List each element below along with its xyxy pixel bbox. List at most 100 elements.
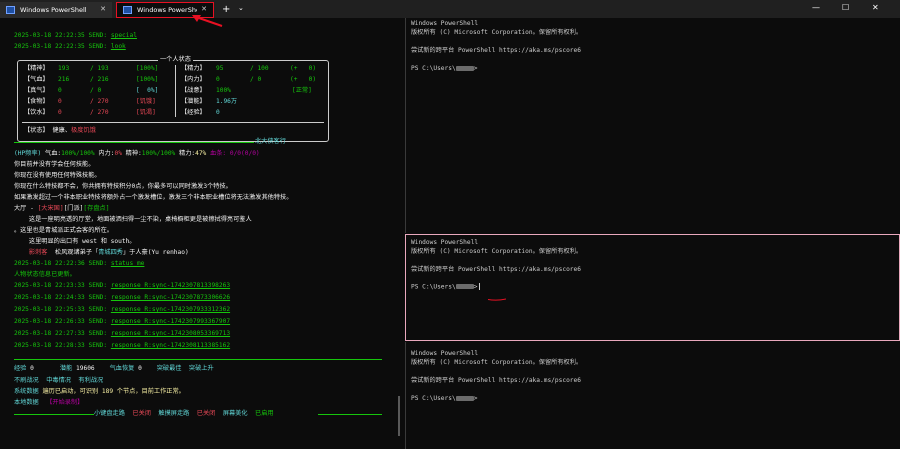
command-link[interactable]: response R:sync-1742307993367907 [111,318,230,325]
stat-value: / 0 [250,76,262,83]
text-cursor [479,283,481,290]
redacted-username [455,395,474,401]
chevron-down-icon[interactable]: ⌄ [238,4,244,13]
npc-line: 影刺客 松风观诸弟子「青城四秀」于人豪(Yu renhao) [14,249,189,256]
stat-value: [100%] [136,65,159,72]
ps-tip: 尝试新的跨平台 PowerShell https://aka.ms/pscore… [411,47,581,54]
stat-value: (+ 0) [290,76,317,83]
powershell-pane-active[interactable]: Windows PowerShell 版权所有 (C) Microsoft Co… [405,234,900,341]
stat-value: 0 [216,109,220,116]
hp-line: (HP频率) 气血:100%/100% 内力:0% 精神:100%/100% 精… [14,150,260,157]
stat-value: [正常] [292,87,312,94]
command-link[interactable]: special [111,32,137,39]
room-exits: 这里明显的出口有 west 和 south。 [14,238,136,245]
message-line: 如果激发超过一个非本职业特技将额外占一个激发槽位，激发三个非本职业槽位将无法激发… [14,194,293,201]
room-description: 。这里也是青城派正式会客的所在。 [14,227,113,234]
ps-header: Windows PowerShell [411,239,479,246]
title-bar: Windows PowerShell ✕ Windows PowerShell … [0,0,900,18]
command-link[interactable]: response R:sync-1742307813398263 [111,282,230,289]
stat-value: 216 [58,76,70,83]
footer-status: 不刷战况 中毒情况 有利战况 [14,377,104,384]
stat-value: / 216 [90,76,109,83]
stat-value: 100% [216,87,231,94]
banner-text: 北大侠客行 [255,138,286,145]
powershell-pane-top[interactable]: Windows PowerShell 版权所有 (C) Microsoft Co… [405,18,900,233]
powershell-icon [6,6,15,14]
stat-value: / 193 [90,65,109,72]
stat-label: 【气血】 [24,76,49,83]
stat-label: 【战意】 [181,87,206,94]
command-link[interactable]: response R:sync-1742308053369713 [111,330,230,337]
toggle-state[interactable]: 已关闭 [197,410,216,417]
ps-header: Windows PowerShell [411,20,479,27]
toggle-state[interactable]: 已关闭 [132,410,151,417]
tab-powershell-1[interactable]: Windows PowerShell ✕ [0,2,112,18]
ps-copyright: 版权所有 (C) Microsoft Corporation。保留所有权利。 [411,29,583,36]
send-line: 2025-03-18 22:24:33 SEND: response R:syn… [14,294,231,301]
command-link[interactable]: status_me [111,260,145,267]
left-terminal-pane[interactable]: 2025-03-18 22:22:35 SEND: special 2025-0… [0,18,404,449]
stat-value: 95 [216,65,224,72]
room-description: 这是一座明亮透的厅堂，地面被洒扫得一尘不染，桌椅橱柜更是被擦拭得亮可鉴人 [14,216,252,223]
command-link[interactable]: look [111,43,126,50]
send-line: 2025-03-18 22:22:35 SEND: special [14,32,137,39]
stat-value: [饥渴] [136,109,156,116]
ps-prompt: PS C:\Users\ > [411,395,478,402]
ps-tip: 尝试新的跨平台 PowerShell https://aka.ms/pscore… [411,377,581,384]
stat-value: / 0 [90,87,102,94]
divider [14,359,382,360]
toggle-state[interactable]: 已启用 [255,410,274,417]
stat-label: 【内力】 [181,76,206,83]
ps-header: Windows PowerShell [411,350,479,357]
close-window-button[interactable]: ✕ [872,3,879,13]
send-line: 2025-03-18 22:23:33 SEND: response R:syn… [14,282,231,289]
close-icon[interactable]: ✕ [100,5,106,14]
room-title: 大厅 - [大宋国][门派][存盘点] [14,205,110,212]
footer-local: 本地数据 【开始录制】 [14,399,84,406]
state-line: 【状态】 健康、极度饥饿 [24,127,96,134]
minimize-button[interactable]: — [812,3,820,13]
record-button[interactable]: 【开始录制】 [46,399,83,406]
status-panel-title: 一个人状态 [158,56,193,65]
stat-value: 0 [58,109,62,116]
stat-label: 【食物】 [24,98,49,105]
send-line: 2025-03-18 22:22:35 SEND: look [14,43,126,50]
stat-label: 【精力】 [181,65,206,72]
ps-copyright: 版权所有 (C) Microsoft Corporation。保留所有权利。 [411,359,583,366]
command-link[interactable]: response R:sync-1742307933312362 [111,306,230,313]
stat-value: [ 0%] [136,87,159,94]
maximize-button[interactable]: ☐ [842,3,849,13]
tab-title: Windows PowerShell [137,5,198,14]
status-panel: 一个人状态 【精神】 193 / 193 [100%] 【气血】 216 / 2… [17,56,329,142]
divider [318,414,382,415]
stat-value: 0 [216,76,220,83]
annotation-underline-icon [488,298,506,301]
message-line: 你目前并没有学会任何技能。 [14,161,95,168]
footer-system: 系统数据 遍历已启动，可识别 189 个节点，目前工作正常。 [14,388,185,395]
stat-value: [100%] [136,76,159,83]
ps-prompt: PS C:\Users\ > [411,65,478,72]
ps-prompt[interactable]: PS C:\Users\ > [411,283,481,292]
message-line: 人物状态信息已更新。 [14,271,76,278]
stat-value: 0 [58,98,62,105]
send-line: 2025-03-18 22:22:36 SEND: status_me [14,260,145,267]
command-link[interactable]: response R:sync-1742307873306626 [111,294,230,301]
stat-label: 【精神】 [24,65,49,72]
powershell-icon [123,6,132,14]
send-line: 2025-03-18 22:25:33 SEND: response R:syn… [14,306,231,313]
command-link[interactable]: response R:sync-1742308113385162 [111,342,230,349]
stat-label: 【饮水】 [24,109,49,116]
tab-title: Windows PowerShell [20,5,87,14]
divider [22,122,324,123]
ps-copyright: 版权所有 (C) Microsoft Corporation。保留所有权利。 [411,248,583,255]
stat-label: 【经验】 [181,109,206,116]
stat-label: 【真气】 [24,87,49,94]
stat-value: (+ 0) [290,65,317,72]
powershell-pane-bottom[interactable]: Windows PowerShell 版权所有 (C) Microsoft Co… [405,342,900,449]
message-line: 你现在没有使用任何特殊技能。 [14,172,101,179]
stat-value: / 100 [250,65,269,72]
stat-value: / 270 [90,98,109,105]
stat-value: 193 [58,65,70,72]
scrollbar[interactable] [398,396,400,436]
redacted-username [455,284,474,289]
